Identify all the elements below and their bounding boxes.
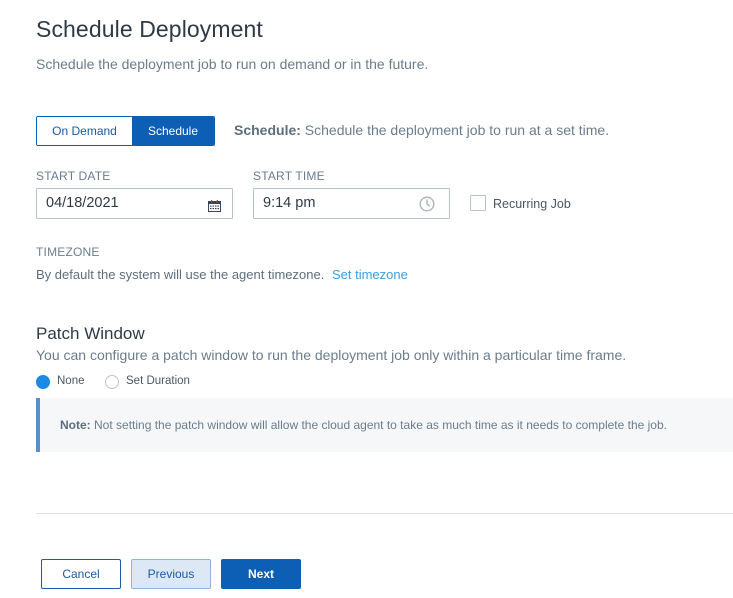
previous-button[interactable]: Previous xyxy=(131,559,211,589)
start-date-input[interactable]: 04/18/2021 xyxy=(36,188,233,219)
start-time-label: START TIME xyxy=(253,169,325,183)
patch-window-note: Note: Not setting the patch window will … xyxy=(36,398,733,452)
patch-window-title: Patch Window xyxy=(36,324,145,343)
page-subtitle: Schedule the deployment job to run on de… xyxy=(36,56,429,72)
next-button[interactable]: Next xyxy=(221,559,301,589)
on-demand-button[interactable]: On Demand xyxy=(37,117,132,145)
cancel-button[interactable]: Cancel xyxy=(41,559,121,589)
radio-none[interactable] xyxy=(36,375,50,389)
mode-description: Schedule: Schedule the deployment job to… xyxy=(234,122,609,138)
patch-window-description: You can configure a patch window to run … xyxy=(36,347,627,363)
recurring-job-checkbox[interactable] xyxy=(470,195,486,211)
page-title: Schedule Deployment xyxy=(36,16,263,42)
start-time-value: 9:14 pm xyxy=(263,195,316,211)
radio-none-label: None xyxy=(57,375,85,387)
start-date-label: START DATE xyxy=(36,169,111,183)
mode-toggle: On Demand Schedule xyxy=(36,116,215,146)
note-content: Note: Not setting the patch window will … xyxy=(60,418,667,432)
note-label: Note: xyxy=(60,418,91,432)
note-text: Not setting the patch window will allow … xyxy=(90,418,667,432)
timezone-label: TIMEZONE xyxy=(36,245,100,259)
timezone-text: By default the system will use the agent… xyxy=(36,267,325,282)
mode-description-label: Schedule: xyxy=(234,122,301,138)
timezone-description: By default the system will use the agent… xyxy=(36,267,408,282)
set-timezone-link[interactable]: Set timezone xyxy=(332,267,408,282)
schedule-button[interactable]: Schedule xyxy=(132,117,214,145)
recurring-job-label: Recurring Job xyxy=(493,197,571,211)
radio-set-duration[interactable] xyxy=(105,375,119,389)
clock-icon[interactable] xyxy=(419,196,435,217)
footer-divider xyxy=(36,513,733,514)
radio-set-duration-label: Set Duration xyxy=(126,375,190,387)
mode-description-text: Schedule the deployment job to run at a … xyxy=(300,122,610,138)
start-date-value: 04/18/2021 xyxy=(46,195,119,211)
calendar-icon[interactable] xyxy=(208,199,221,217)
start-time-input[interactable]: 9:14 pm xyxy=(253,188,450,219)
